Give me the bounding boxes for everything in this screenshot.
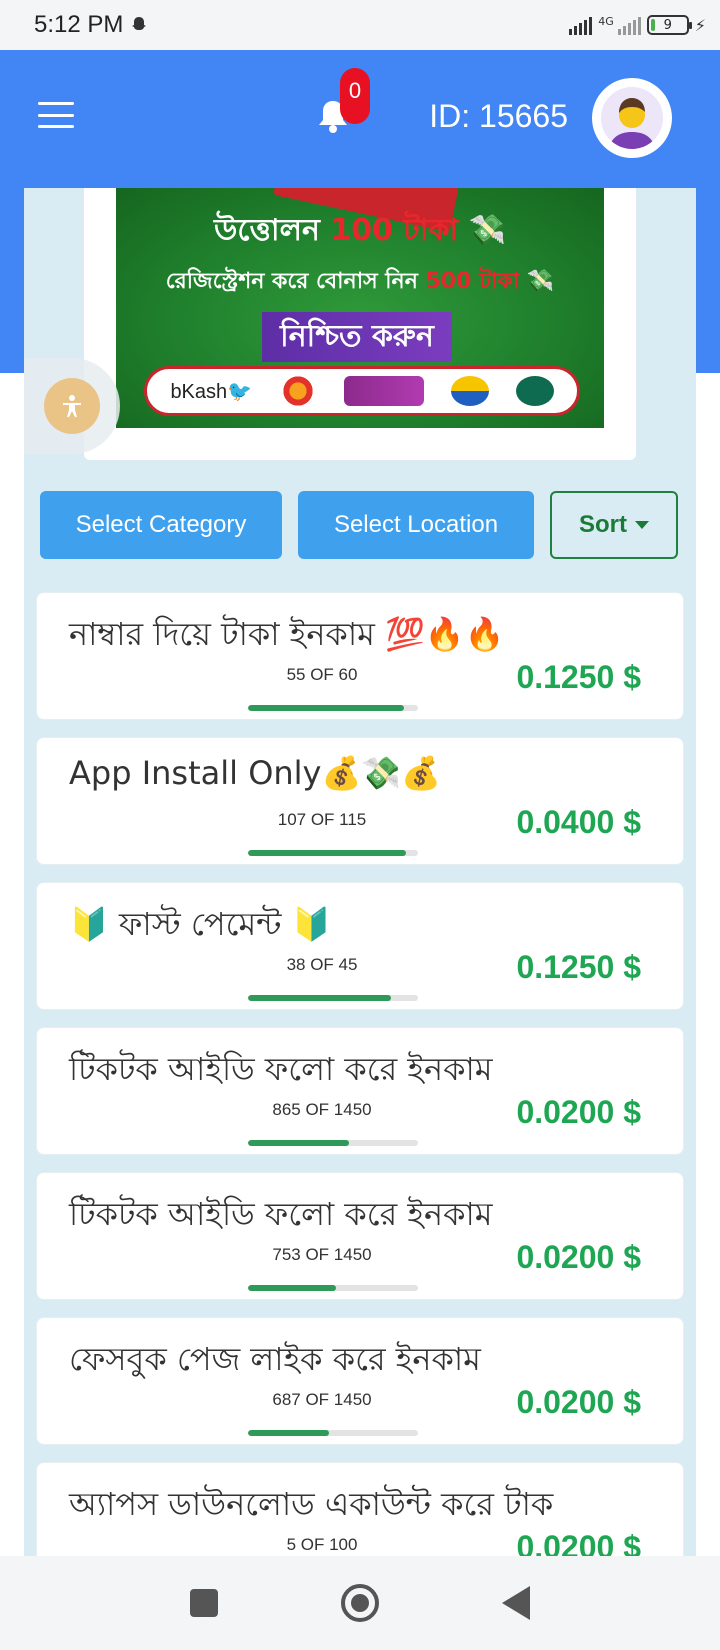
task-count: 753 OF 1450 xyxy=(272,1245,372,1264)
back-button[interactable] xyxy=(496,1583,536,1623)
task-card[interactable]: নাম্বার দিয়ে টাকা ইনকাম 💯🔥🔥 55 OF 60 0.… xyxy=(36,592,684,720)
task-title: App Install Only💰💸💰 xyxy=(69,754,442,792)
caret-down-icon xyxy=(635,521,649,529)
task-count: 865 OF 1450 xyxy=(272,1100,372,1119)
circle-icon xyxy=(341,1584,379,1622)
banner-confirm-label: নিশ্চিত করুন xyxy=(262,312,452,362)
task-price: 0.1250 $ xyxy=(516,949,641,985)
square-icon xyxy=(190,1589,218,1617)
task-progress xyxy=(248,1140,418,1146)
banner-subheadline: রেজিস্ট্রেশন করে বোনাস নিন 500 টাকা 💸 xyxy=(165,269,555,294)
battery-icon: 9 xyxy=(646,15,692,35)
task-price: 0.0200 $ xyxy=(516,1094,641,1130)
accessibility-icon xyxy=(63,395,81,417)
status-time: 5:12 PM xyxy=(34,11,124,38)
nagad-logo xyxy=(278,376,317,406)
tap-logo xyxy=(515,376,554,406)
upay-logo xyxy=(450,376,489,406)
menu-icon[interactable] xyxy=(38,102,74,128)
status-indicators: 4G 9 ⚡ xyxy=(569,15,706,35)
sort-label: Sort xyxy=(579,511,627,538)
task-title: টিকটক আইডি ফলো করে ইনকাম xyxy=(69,1195,493,1233)
signal-secondary-icon xyxy=(617,15,641,35)
task-count: 55 OF 60 xyxy=(286,665,358,684)
filter-bar: Select Category Select Location Sort xyxy=(40,491,678,559)
task-progress xyxy=(248,1285,418,1291)
banner-headline: উত্তোলন 100 টাকা 💸 xyxy=(214,213,506,248)
task-card[interactable]: App Install Only💰💸💰 107 OF 115 0.0400 $ xyxy=(36,737,684,865)
signal-icon xyxy=(569,15,593,35)
task-price: 0.0200 $ xyxy=(516,1239,641,1275)
promo-banner[interactable]: উত্তোলন 100 টাকা 💸 রেজিস্ট্রেশন করে বোনা… xyxy=(116,188,604,428)
task-card[interactable]: টিকটক আইডি ফলো করে ইনকাম 753 OF 1450 0.0… xyxy=(36,1172,684,1300)
user-avatar-icon xyxy=(601,87,663,149)
banner-card: উত্তোলন 100 টাকা 💸 রেজিস্ট্রেশন করে বোনা… xyxy=(84,188,636,460)
task-title: ফেসবুক পেজ লাইক করে ইনকাম xyxy=(69,1340,481,1378)
task-count: 107 OF 115 xyxy=(277,810,367,829)
task-title: টিকটক আইডি ফলো করে ইনকাম xyxy=(69,1050,493,1088)
accessibility-button[interactable] xyxy=(24,358,120,454)
battery-level: 9 xyxy=(663,17,672,33)
header-extension-left xyxy=(0,188,24,373)
task-card[interactable]: ফেসবুক পেজ লাইক করে ইনকাম 687 OF 1450 0.… xyxy=(36,1317,684,1445)
rocket-logo xyxy=(343,376,424,406)
user-id: ID: 15665 xyxy=(429,98,568,134)
task-price: 0.1250 $ xyxy=(516,659,641,695)
charging-icon: ⚡ xyxy=(694,15,706,35)
status-bar: 5:12 PM 4G 9 ⚡ xyxy=(0,0,720,50)
bkash-logo: bKash🐦 xyxy=(170,380,253,403)
task-progress xyxy=(248,1430,418,1436)
recents-button[interactable] xyxy=(184,1583,224,1623)
task-list: নাম্বার দিয়ে টাকা ইনকাম 💯🔥🔥 55 OF 60 0.… xyxy=(36,592,684,1556)
task-card[interactable]: অ্যাপস ডাউনলোড একাউন্ট করে টাক 5 OF 100 … xyxy=(36,1462,684,1556)
snapchat-icon xyxy=(132,17,147,30)
task-count: 5 OF 100 xyxy=(286,1535,358,1554)
system-nav-bar xyxy=(0,1556,720,1650)
task-progress xyxy=(248,705,418,711)
task-card[interactable]: টিকটক আইডি ফলো করে ইনকাম 865 OF 1450 0.0… xyxy=(36,1027,684,1155)
triangle-left-icon xyxy=(502,1586,530,1620)
notification-badge: 0 xyxy=(340,68,370,124)
content-panel: উত্তোলন 100 টাকা 💸 রেজিস্ট্রেশন করে বোনা… xyxy=(24,188,696,1556)
select-category-button[interactable]: Select Category xyxy=(40,491,282,559)
task-count: 38 OF 45 xyxy=(286,955,358,974)
select-location-button[interactable]: Select Location xyxy=(298,491,534,559)
task-progress xyxy=(248,850,418,856)
money-icon-2: 💸 xyxy=(526,269,555,294)
task-progress xyxy=(248,995,418,1001)
task-card[interactable]: 🔰 ফাস্ট পেমেন্ট 🔰 38 OF 45 0.1250 $ xyxy=(36,882,684,1010)
task-title: 🔰 ফাস্ট পেমেন্ট 🔰 xyxy=(69,905,332,943)
money-icon: 💸 xyxy=(468,213,506,248)
sort-button[interactable]: Sort xyxy=(550,491,678,559)
home-button[interactable] xyxy=(340,1583,380,1623)
network-type: 4G xyxy=(598,15,614,28)
task-price: 0.0400 $ xyxy=(516,804,641,840)
task-count: 687 OF 1450 xyxy=(272,1390,372,1409)
task-price: 0.0200 $ xyxy=(516,1529,641,1556)
task-price: 0.0200 $ xyxy=(516,1384,641,1420)
payment-logos: bKash🐦 xyxy=(144,366,580,416)
task-title: অ্যাপস ডাউনলোড একাউন্ট করে টাক xyxy=(69,1485,554,1523)
header-extension-right xyxy=(696,188,720,373)
task-title: নাম্বার দিয়ে টাকা ইনকাম 💯🔥🔥 xyxy=(69,615,505,653)
avatar[interactable] xyxy=(592,78,672,158)
